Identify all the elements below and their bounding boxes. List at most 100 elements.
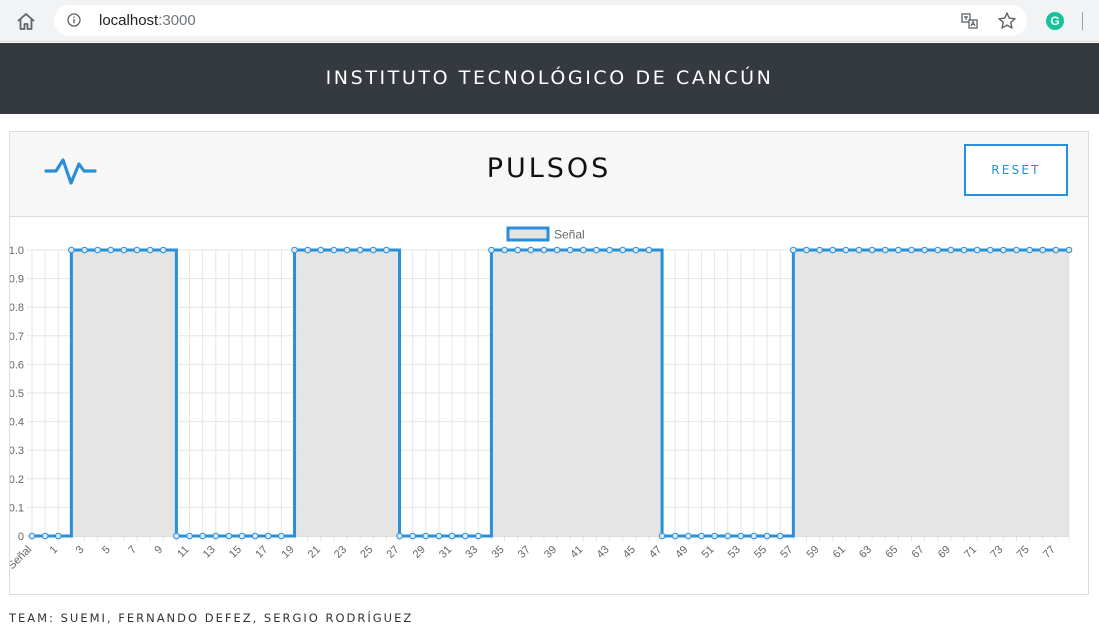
data-point [225,532,233,540]
data-point [251,532,259,540]
x-tick-label: 29 [411,544,428,561]
x-tick-label: 37 [516,544,533,561]
data-point [317,246,325,254]
x-tick-label: 67 [910,544,927,561]
institute-title: INSTITUTO TECNOLÓGICO DE CANCÚN [325,67,774,89]
data-point [527,246,535,254]
y-tick-label: 0.6 [10,359,24,371]
toolbar-divider [1082,12,1083,30]
data-point [698,532,705,540]
data-point [881,246,889,254]
y-tick-label: 0 [18,531,24,543]
x-tick-label: 13 [201,544,218,561]
x-tick-label: 57 [778,544,795,561]
data-point [540,246,548,254]
data-point [921,246,928,254]
reset-button[interactable]: RESET [964,144,1068,196]
data-point [28,532,36,540]
data-point [1000,246,1007,254]
data-point [133,246,141,254]
x-tick-label: 77 [1041,544,1058,561]
data-point [173,532,180,540]
data-point [343,246,351,254]
data-point [908,246,915,254]
data-point [960,246,968,254]
x-tick-label: 27 [385,544,402,561]
data-point [947,246,955,254]
data-point [606,246,613,254]
data-point [1039,246,1047,254]
data-point [724,532,732,540]
address-bar[interactable]: localhost:3000 [54,5,1027,36]
url-port: :3000 [158,12,196,29]
x-tick-label: 71 [962,544,979,561]
pulses-card: PULSOS RESET 0 0.1 0.2 0.3 0.4 0.5 0.6 0.7 0.8 0.… [9,131,1089,595]
grammarly-extension-icon[interactable]: G [1046,12,1064,30]
data-point [369,246,377,254]
bookmark-star-icon[interactable] [997,11,1017,31]
home-icon[interactable] [14,10,38,32]
x-tick-label: 39 [542,544,559,561]
data-point [304,246,311,254]
data-point [514,246,521,254]
data-point [68,246,75,254]
x-tick-label: 73 [988,544,1005,561]
chart-area: 0 0.1 0.2 0.3 0.4 0.5 0.6 0.7 0.8 0.9 1.0 Señal 1 3 5 7… [10,218,1088,594]
team-credits: TEAM: SUEMI, FERNANDO DEFEZ, SERGIO RODR… [9,611,414,625]
data-point [658,532,666,540]
data-point [383,246,390,254]
data-point [619,246,626,254]
url-text[interactable]: localhost:3000 [99,12,196,29]
data-point [1026,246,1033,254]
x-tick-label: 9 [153,544,166,557]
x-tick-label: 3 [74,544,87,557]
data-point [776,532,784,540]
y-tick-label: 1.0 [10,245,24,257]
data-point [330,246,338,254]
data-point [159,246,167,254]
data-point [685,532,692,540]
x-tick-label: 7 [126,544,139,557]
data-point [816,246,823,254]
x-tick-label: 61 [831,544,848,561]
y-tick-label: 0.8 [10,302,24,314]
legend-label: Señal [554,228,585,242]
data-point [671,532,679,540]
y-tick-label: 0.9 [10,274,24,286]
data-point [829,246,837,254]
x-tick-label: 59 [805,544,822,561]
data-point [146,246,154,254]
x-tick-label: 15 [227,544,244,561]
x-tick-label: 1 [48,544,61,557]
x-tick-label: 33 [463,544,480,561]
data-point [593,246,600,254]
data-point [986,246,994,254]
card-header: PULSOS RESET [10,132,1088,217]
data-point [488,246,495,254]
x-tick-label: 63 [857,544,874,561]
browser-toolbar: localhost:3000 G [0,0,1099,42]
data-point [842,246,850,254]
data-point [278,532,285,540]
y-tick-label: 0.5 [10,388,24,400]
y-tick-label: 0.1 [10,502,24,514]
data-point [422,532,430,540]
x-tick-label: 75 [1015,544,1032,561]
data-point [553,246,561,254]
data-point [264,532,272,540]
data-point [580,246,587,254]
info-icon[interactable] [67,13,81,27]
x-tick-label: 19 [280,544,297,561]
data-point [868,246,876,254]
x-tick-label: 31 [437,544,454,561]
data-point [763,532,771,540]
x-tick-label: 17 [253,544,270,561]
data-point [711,532,718,540]
data-point [291,246,298,254]
data-point [1065,246,1073,254]
x-tick-label: 41 [568,544,585,561]
translate-icon[interactable] [961,12,979,30]
card-title: PULSOS [486,153,612,184]
app-header: INSTITUTO TECNOLÓGICO DE CANCÚN [0,43,1099,114]
data-point [632,246,640,254]
